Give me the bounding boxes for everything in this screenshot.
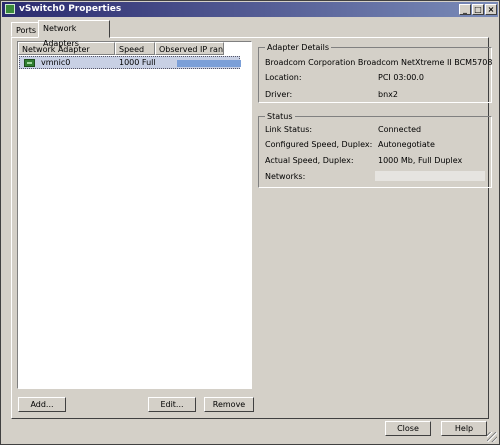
- network-card-icon: [24, 59, 35, 67]
- location-label: Location:: [265, 73, 302, 82]
- minimize-button[interactable]: _: [459, 4, 471, 15]
- networks-value: [375, 171, 485, 181]
- column-header-observed-ip[interactable]: Observed IP ran...: [155, 42, 224, 55]
- status-group: Status Link Status: Connected Configured…: [258, 111, 492, 188]
- adapter-details-group: Adapter Details Broadcom Corporation Bro…: [258, 42, 493, 103]
- status-title: Status: [265, 111, 295, 122]
- driver-value: bnx2: [378, 90, 398, 99]
- actual-speed-label: Actual Speed, Duplex:: [265, 156, 354, 165]
- title-bar[interactable]: vSwitch0 Properties _ □ ×: [2, 2, 498, 17]
- window-title: vSwitch0 Properties: [19, 4, 122, 14]
- adapter-details-title: Adapter Details: [265, 42, 332, 53]
- adapter-list[interactable]: Network Adapter Speed Observed IP ran...…: [17, 41, 252, 389]
- adapter-name: Broadcom Corporation Broadcom NetXtreme …: [265, 58, 493, 67]
- close-window-button[interactable]: ×: [485, 4, 497, 15]
- resize-grip[interactable]: [487, 432, 497, 442]
- dialog-window: vSwitch0 Properties _ □ × Ports Network …: [0, 0, 500, 445]
- configured-speed-label: Configured Speed, Duplex:: [265, 140, 373, 149]
- adapter-name-cell: vmnic0: [41, 58, 71, 67]
- tab-network-adapters[interactable]: Network Adapters: [38, 20, 110, 48]
- help-button[interactable]: Help: [441, 421, 487, 436]
- networks-label: Networks:: [265, 172, 306, 181]
- configured-speed-value: Autonegotiate: [378, 140, 435, 149]
- vswitch-icon: [5, 4, 15, 14]
- observed-ip-cell: [177, 60, 241, 67]
- maximize-button[interactable]: □: [472, 4, 484, 15]
- remove-button[interactable]: Remove: [204, 397, 254, 412]
- tab-ports[interactable]: Ports: [11, 22, 39, 37]
- close-button[interactable]: Close: [385, 421, 431, 436]
- link-status-label: Link Status:: [265, 125, 313, 134]
- actual-speed-value: 1000 Mb, Full Duplex: [378, 156, 463, 165]
- driver-label: Driver:: [265, 90, 293, 99]
- location-value: PCI 03:00.0: [378, 73, 424, 82]
- adapter-speed-cell: 1000 Full: [119, 58, 156, 67]
- column-header-speed[interactable]: Speed: [115, 42, 155, 55]
- edit-button[interactable]: Edit...: [148, 397, 196, 412]
- table-row[interactable]: vmnic0 1000 Full: [19, 56, 241, 69]
- link-status-value: Connected: [378, 125, 422, 134]
- add-button[interactable]: Add...: [18, 397, 66, 412]
